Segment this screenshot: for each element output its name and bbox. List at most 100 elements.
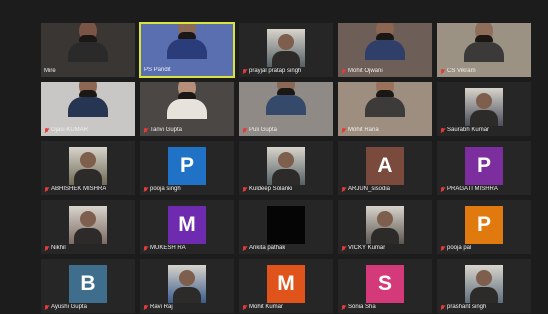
participant-name-bar: ARJUN_sisodia [341, 186, 390, 193]
profile-photo [69, 206, 107, 244]
participant-name-bar: Sonia Sha [341, 304, 376, 311]
participant-name: Kuldeep Solanki [249, 186, 293, 192]
mic-muted-icon [44, 186, 49, 193]
profile-photo [465, 265, 503, 303]
participant-name-bar: CS Vikram [440, 68, 476, 75]
participant-grid: Mire PS Pandit prayjal pratap singh Mohit O… [40, 22, 532, 314]
profile-photo [267, 206, 305, 244]
participant-tile[interactable]: M MUKESH RA [139, 199, 235, 255]
mic-muted-icon [242, 68, 247, 75]
participant-name: ARJUN_sisodia [348, 186, 391, 192]
participant-name: Ayushi Gupta [51, 304, 87, 310]
mic-muted-icon [341, 245, 346, 252]
mic-muted-icon [44, 245, 49, 252]
participant-video [167, 24, 207, 59]
participant-tile[interactable]: prayjal pratap singh [238, 22, 334, 78]
participant-name: ABHISHEK MISHRA [51, 186, 107, 192]
participant-name-bar: Tanvi Gupta [143, 127, 182, 134]
participant-name-bar: Mire [44, 68, 56, 75]
participant-name-bar: Ayushi Gupta [44, 304, 87, 311]
avatar-initial: M [267, 265, 305, 303]
participant-tile[interactable]: Tanvi Gupta [139, 81, 235, 137]
participant-video [68, 82, 108, 117]
participant-tile[interactable]: PS Pandit [139, 22, 235, 78]
zoom-gallery-view: Mire PS Pandit prayjal pratap singh Mohit O… [0, 0, 548, 314]
participant-name: prashant singh [447, 304, 487, 310]
avatar-initial: P [168, 147, 206, 185]
profile-photo [267, 29, 305, 67]
participant-tile[interactable]: A ARJUN_sisodia [337, 140, 433, 196]
mic-muted-icon [143, 186, 148, 193]
participant-tile[interactable]: Ankita pathak [238, 199, 334, 255]
participant-name-bar: MUKESH RA [143, 245, 186, 252]
profile-photo [267, 147, 305, 185]
profile-photo [168, 265, 206, 303]
mic-muted-icon [440, 127, 445, 134]
mic-muted-icon [341, 68, 346, 75]
participant-tile[interactable]: Ppooja singh [139, 140, 235, 196]
participant-name-bar: PRAGATI MISHRA [440, 186, 498, 193]
participant-video [464, 23, 504, 62]
mic-muted-icon [143, 304, 148, 311]
participant-name: CS Vikram [447, 68, 476, 74]
avatar-initial: P [465, 147, 503, 185]
participant-name-bar: Puli Gupta [242, 127, 277, 134]
participant-video [365, 82, 405, 117]
participant-name-bar: VICKY Kumar [341, 245, 385, 252]
participant-tile[interactable]: Puli Gupta [238, 81, 334, 137]
participant-tile[interactable]: S Sonia Sha [337, 258, 433, 314]
participant-tile[interactable]: VICKY Kumar [337, 199, 433, 255]
participant-name: prayjal pratap singh [249, 68, 302, 74]
mic-muted-icon [143, 127, 148, 134]
participant-tile[interactable]: Mire [40, 22, 136, 78]
participant-name: Sonia Sha [348, 304, 376, 310]
participant-tile[interactable]: Ravi Raj [139, 258, 235, 314]
participant-name-bar: Mohit Kumar [242, 304, 283, 311]
participant-video [68, 23, 108, 62]
participant-name-bar: prashant singh [440, 304, 486, 311]
participant-name-bar: Mohit Rana [341, 127, 379, 134]
participant-name-bar: pooja singh [143, 186, 181, 193]
participant-name: PS Pandit [144, 67, 171, 73]
participant-tile[interactable]: prashant singh [436, 258, 532, 314]
participant-name: Ravi Raj [150, 304, 173, 310]
participant-name: pooja pal [447, 245, 472, 251]
participant-name: Mire [44, 68, 56, 74]
participant-tile[interactable]: Ppooja pal [436, 199, 532, 255]
participant-tile[interactable]: Saurabh Kumar [436, 81, 532, 137]
participant-tile[interactable]: Mohit Ojwani [337, 22, 433, 78]
profile-photo [465, 88, 503, 126]
avatar-initial: M [168, 206, 206, 244]
participant-tile[interactable]: M Mohit Kumar [238, 258, 334, 314]
participant-name: Mohit Rana [348, 127, 379, 133]
profile-photo [366, 206, 404, 244]
participant-name-bar: Kuldeep Solanki [242, 186, 292, 193]
mic-muted-icon [143, 245, 148, 252]
mic-muted-icon [242, 245, 247, 252]
participant-tile[interactable]: ABHISHEK MISHRA [40, 140, 136, 196]
participant-video [266, 82, 306, 115]
mic-muted-icon [242, 186, 247, 193]
participant-tile[interactable]: Ojasi KUMAR [40, 81, 136, 137]
participant-tile[interactable]: CS Vikram [436, 22, 532, 78]
participant-name: PRAGATI MISHRA [447, 186, 498, 192]
participant-name: Nikhil [51, 245, 66, 251]
participant-tile[interactable]: Mohit Rana [337, 81, 433, 137]
participant-tile[interactable]: B Ayushi Gupta [40, 258, 136, 314]
participant-tile[interactable]: Nikhil [40, 199, 136, 255]
mic-muted-icon [44, 304, 49, 311]
participant-name-bar: Ravi Raj [143, 304, 173, 311]
mic-muted-icon [44, 127, 49, 134]
participant-name-bar: Ankita pathak [242, 245, 285, 252]
mic-muted-icon [440, 68, 445, 75]
avatar-initial: S [366, 265, 404, 303]
participant-tile[interactable]: P PRAGATI MISHRA [436, 140, 532, 196]
participant-name: Tanvi Gupta [150, 127, 183, 133]
participant-tile[interactable]: Kuldeep Solanki [238, 140, 334, 196]
participant-name-bar: Mohit Ojwani [341, 68, 383, 75]
mic-muted-icon [341, 127, 346, 134]
participant-name-bar: Nikhil [44, 245, 66, 252]
participant-video [167, 82, 207, 119]
participant-name: Ankita pathak [249, 245, 286, 251]
avatar-initial: B [69, 265, 107, 303]
